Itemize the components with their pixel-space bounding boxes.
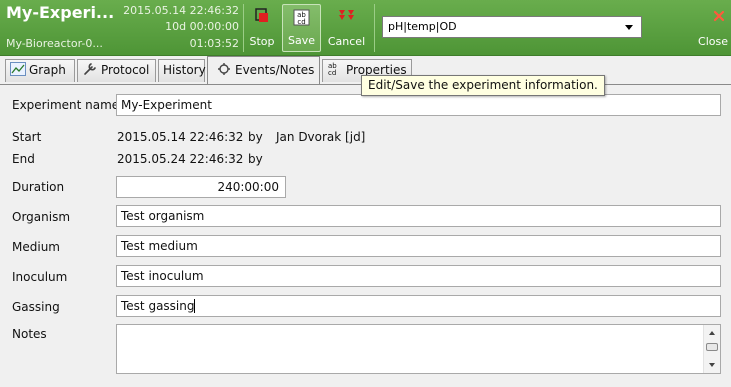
tooltip: Edit/Save the experiment information. — [361, 75, 605, 96]
end-by: by — [248, 152, 263, 166]
medium-input[interactable]: Test medium — [116, 235, 721, 257]
tab-protocol-label: Protocol — [101, 63, 150, 77]
tab-history-label: History — [163, 63, 206, 77]
close-button[interactable]: Close — [690, 4, 730, 52]
inoculum-input[interactable]: Test inoculum — [116, 265, 721, 287]
events-icon — [216, 59, 232, 75]
save-label: Save — [287, 34, 315, 47]
tab-events-notes[interactable]: Events/Notes — [207, 56, 320, 84]
end-value: 2015.05.24 22:46:32 — [117, 152, 244, 166]
save-button[interactable]: ab cd Save — [282, 4, 321, 52]
cancel-label: Cancel — [327, 35, 366, 48]
gassing-value: Test gassing — [121, 299, 195, 313]
organism-label: Organism — [12, 210, 71, 224]
notes-textarea[interactable] — [116, 324, 721, 374]
toolbar-divider — [243, 4, 244, 52]
variables-select[interactable]: pH|temp|OD — [382, 16, 642, 38]
cancel-button[interactable]: Cancel — [324, 4, 369, 52]
tab-history[interactable]: History — [158, 59, 206, 82]
tab-events-label: Events/Notes — [235, 63, 315, 77]
tab-graph[interactable]: Graph — [5, 59, 75, 82]
svg-text:cd: cd — [328, 69, 336, 76]
elapsed-time: 01:03:52 — [189, 37, 239, 50]
start-time: 2015.05.14 22:46:32 — [123, 4, 239, 17]
bioreactor-name: My-Bioreactor-0... — [6, 37, 103, 50]
medium-label: Medium — [12, 240, 60, 254]
stop-label: Stop — [249, 35, 275, 48]
tab-protocol[interactable]: Protocol — [77, 59, 156, 82]
abc-icon: ab cd — [327, 62, 343, 77]
gassing-label: Gassing — [12, 300, 60, 314]
graph-icon — [10, 62, 26, 76]
double-arrow-down-icon — [324, 6, 369, 28]
scroll-up-icon[interactable] — [709, 331, 715, 335]
time-info: 2015.05.14 22:46:32 10d 00:00:00 01:03:5… — [113, 0, 239, 56]
start-value: 2015.05.14 22:46:32 — [117, 130, 244, 144]
duration-time: 10d 00:00:00 — [165, 20, 239, 33]
toolbar-divider — [374, 4, 375, 52]
experiment-title: My-Experi... — [6, 3, 115, 22]
svg-text:cd: cd — [297, 18, 305, 26]
start-label: Start — [12, 130, 42, 144]
duration-input[interactable]: 240:00:00 — [116, 176, 286, 198]
notes-label: Notes — [12, 327, 47, 341]
stop-button[interactable]: Stop — [247, 4, 277, 52]
text-caret — [194, 299, 196, 313]
experiment-header: My-Experi... My-Bioreactor-0... 2015.05.… — [0, 0, 731, 56]
experiment-name-label: Experiment name — [12, 98, 120, 112]
scroll-thumb[interactable] — [706, 343, 718, 351]
gassing-input[interactable]: Test gassing — [116, 295, 721, 317]
abc-save-icon: ab cd — [283, 7, 320, 29]
wrench-icon — [82, 62, 98, 76]
close-icon — [690, 6, 730, 28]
duration-label: Duration — [12, 180, 65, 194]
inoculum-label: Inoculum — [12, 270, 68, 284]
start-user: Jan Dvorak [jd] — [276, 130, 366, 144]
stop-icon — [247, 6, 277, 28]
start-by: by — [248, 130, 263, 144]
close-label: Close — [698, 35, 728, 48]
scroll-down-icon[interactable] — [709, 363, 715, 367]
chevron-down-icon — [625, 25, 633, 30]
organism-input[interactable]: Test organism — [116, 205, 721, 227]
variables-select-value: pH|temp|OD — [388, 20, 457, 33]
experiment-name-input[interactable]: My-Experiment — [116, 94, 721, 116]
tab-graph-label: Graph — [29, 63, 66, 77]
end-label: End — [12, 152, 35, 166]
notes-scrollbar[interactable] — [703, 325, 720, 373]
